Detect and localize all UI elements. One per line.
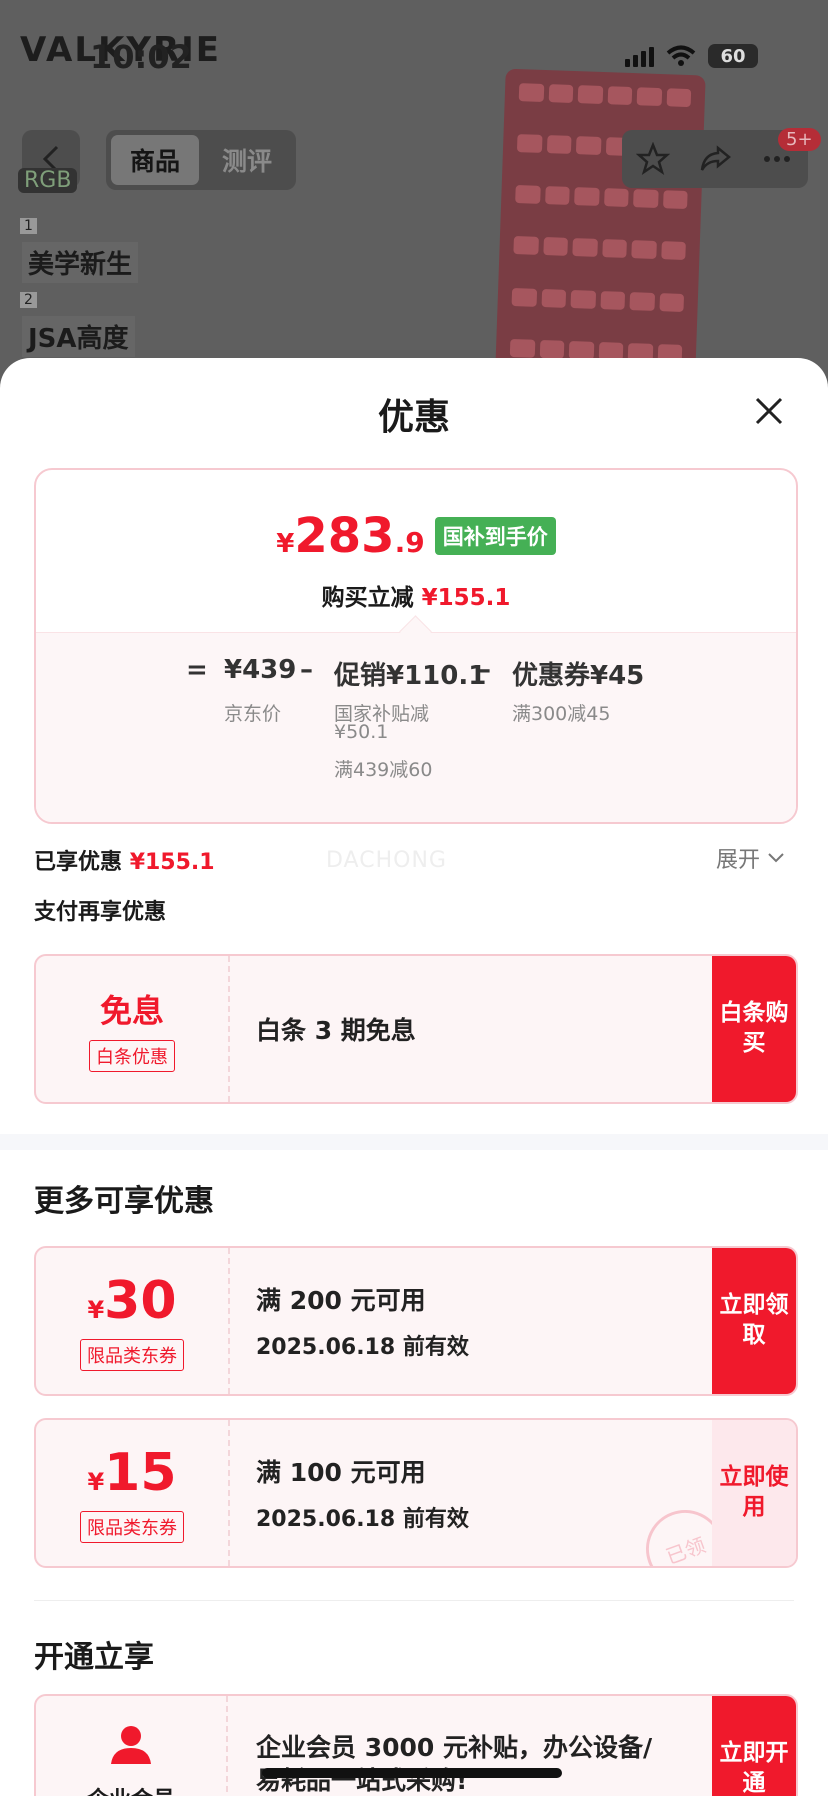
feature-number: 2 [20, 292, 37, 308]
coupon-tag: 限品类东券 [80, 1339, 184, 1371]
feature-label: 美学新生 [22, 242, 139, 283]
claim-coupon-button[interactable]: 立即领取 [712, 1248, 796, 1394]
coupon-expiry: 2025.06.18 前有效 [256, 1507, 469, 1532]
payment-discounts-heading: 支付再享优惠 [34, 900, 167, 925]
jd-price: ¥439 [224, 655, 297, 685]
promo-amount: 促销¥110.1 [334, 661, 487, 691]
instant-saving: 购买立减 ¥155.1 [36, 578, 796, 612]
product-image [494, 68, 706, 400]
price-breakdown-card: ¥ 283 .9 国补到手价 购买立减 ¥155.1 = ¥439 京东价 – … [34, 468, 798, 824]
saving-value: ¥155.1 [421, 585, 511, 611]
discount-sheet: 优惠 ¥ 283 .9 国补到手价 购买立减 ¥155.1 = ¥439 京东价… [0, 358, 828, 1796]
feature-label: JSA高度 [22, 316, 135, 357]
currency-symbol: ¥ [276, 529, 295, 559]
page-tabs: 商品 测评 [106, 130, 296, 190]
final-price: ¥ 283 .9 国补到手价 [36, 508, 796, 564]
baitiao-tag: 白条优惠 [89, 1040, 175, 1072]
status-time: 10:02 [90, 38, 192, 76]
divider [34, 1600, 794, 1601]
currency-symbol: ¥ [87, 1468, 105, 1496]
star-icon[interactable] [636, 142, 670, 176]
currency-symbol: ¥ [87, 1296, 105, 1324]
jd-price-label: 京东价 [224, 703, 282, 725]
coupon-tag: 限品类东券 [80, 1511, 184, 1543]
section-divider [0, 1134, 828, 1150]
coupon-condition: 满 200 元可用 [256, 1286, 426, 1315]
coupon-amount: 30 [104, 1271, 177, 1331]
baitiao-offer-card: 免息 白条优惠 白条 3 期免息 白条购买 [34, 954, 798, 1104]
home-indicator [262, 1768, 562, 1778]
user-icon [111, 1726, 151, 1764]
coupon-expiry: 2025.06.18 前有效 [256, 1335, 469, 1360]
product-page-background: VALKYRIE 10:02 60 商品 测评 RGB 1 美学新生 2 JSA… [0, 0, 828, 400]
battery-icon: 60 [708, 44, 758, 68]
signal-icon [625, 45, 654, 67]
minus-sign: – [478, 655, 491, 685]
open-membership-button[interactable]: 立即开通 [712, 1696, 796, 1796]
promo-detail: 满439减60 [334, 759, 433, 781]
promo-detail: ¥50.1 [334, 721, 389, 743]
open-membership-heading: 开通立享 [34, 1640, 154, 1675]
enterprise-membership-card: 企业会员 企业会员 3000 元补贴，办公设备/易耗品一站式采购! 立即开通 [34, 1694, 798, 1796]
sheet-title: 优惠 [377, 397, 450, 438]
close-icon[interactable] [752, 394, 786, 428]
coupon-value: ¥30 [87, 1271, 176, 1331]
enterprise-desc: 企业会员 3000 元补贴，办公设备/易耗品一站式采购! [256, 1733, 653, 1795]
interest-free-label: 免息 [99, 992, 164, 1030]
status-bar-icons: 60 [625, 44, 758, 68]
chevron-down-icon [768, 853, 784, 863]
expand-button[interactable]: 展开 [716, 842, 784, 874]
share-icon[interactable] [698, 142, 732, 176]
enjoyed-discount: 已享优惠 ¥155.1 [34, 844, 215, 876]
enjoyed-label: 已享优惠 [34, 850, 123, 875]
saving-label: 购买立减 [321, 585, 414, 611]
notification-badge: 5+ [778, 128, 821, 151]
price-integer: 283 [294, 508, 395, 564]
more-discounts-heading: 更多可享优惠 [34, 1184, 214, 1219]
price-decimal: .9 [394, 526, 425, 559]
coupon-condition: 满 100 元可用 [256, 1458, 426, 1487]
coupon-detail: 满300减45 [512, 703, 611, 725]
price-formula: = ¥439 京东价 – 促销¥110.1 国家补贴减 ¥50.1 满439减6… [36, 632, 796, 822]
tab-product[interactable]: 商品 [111, 135, 199, 185]
tab-review[interactable]: 测评 [203, 135, 291, 185]
rgb-badge: RGB [18, 168, 78, 193]
enjoyed-value: ¥155.1 [129, 850, 215, 875]
use-coupon-button[interactable]: 立即使用 [712, 1420, 796, 1566]
watermark: DACHONG [326, 848, 447, 873]
expand-label: 展开 [716, 848, 761, 873]
coupon-amount: 优惠券¥45 [512, 661, 645, 691]
coupon-card: ¥30 限品类东券 满 200 元可用 2025.06.18 前有效 立即领取 [34, 1246, 798, 1396]
baitiao-buy-button[interactable]: 白条购买 [712, 956, 796, 1102]
coupon-amount: 15 [104, 1443, 177, 1503]
coupon-card: ¥15 限品类东券 满 100 元可用 2025.06.18 前有效 已领 立即… [34, 1418, 798, 1568]
minus-sign: – [300, 655, 313, 685]
feature-number: 1 [20, 218, 37, 234]
enterprise-label: 企业会员 [87, 1782, 175, 1796]
baitiao-desc: 白条 3 期免息 [256, 1016, 416, 1045]
subsidy-price-tag: 国补到手价 [434, 517, 556, 555]
coupon-value: ¥15 [87, 1443, 176, 1503]
equals-sign: = [186, 655, 208, 685]
wifi-icon [666, 45, 696, 66]
